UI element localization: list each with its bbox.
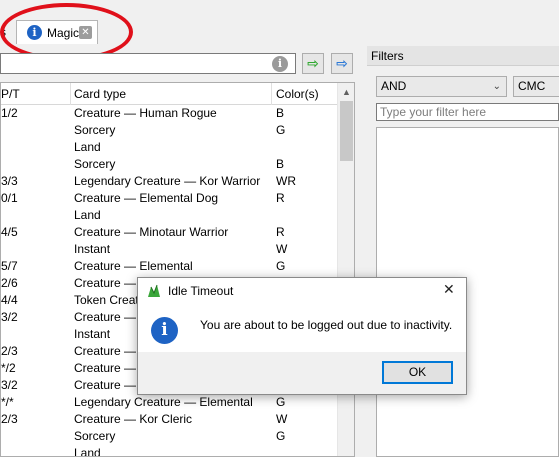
table-row[interactable]: Sorcery G (1, 122, 337, 139)
table-header: P/T Card type Color(s) (1, 83, 337, 105)
scrollbar-thumb[interactable] (340, 101, 353, 161)
table-row[interactable]: 1/2 Creature — Human Rogue B (1, 105, 337, 122)
cell-card-type: Sorcery (74, 429, 116, 443)
info-icon: i (151, 317, 178, 344)
green-arrow-button[interactable]: ⇨ (302, 53, 324, 74)
column-separator[interactable] (271, 83, 272, 105)
cell-colors: W (276, 242, 288, 256)
cell-pt: 5/7 (1, 259, 18, 273)
scroll-up-icon[interactable]: ▲ (342, 87, 351, 97)
cell-colors: G (276, 123, 286, 137)
cell-colors: B (276, 106, 285, 120)
cell-pt: */2 (1, 361, 16, 375)
cell-card-type: Instant (74, 327, 111, 341)
column-header-colors[interactable]: Color(s) (276, 87, 319, 101)
table-row[interactable]: Land (1, 139, 337, 156)
tab-magic[interactable]: i Magic ✕ (16, 20, 98, 44)
cell-card-type: Token Creatu (74, 293, 146, 307)
cell-colors: G (276, 429, 286, 443)
table-row[interactable]: */* Legendary Creature — Elemental G (1, 394, 337, 411)
cell-pt: 4/5 (1, 225, 18, 239)
logic-select[interactable]: AND ⌄ (376, 76, 507, 97)
cell-card-type: Land (74, 140, 101, 154)
cell-colors: WR (276, 174, 296, 188)
table-row[interactable]: Instant W (1, 241, 337, 258)
search-row: i ⇨ ⇨ (0, 53, 358, 75)
idle-timeout-dialog: Idle Timeout ✕ i You are about to be log… (137, 277, 467, 395)
column-separator[interactable] (70, 83, 71, 105)
cell-pt: 3/2 (1, 378, 18, 392)
chevron-down-icon: ⌄ (492, 81, 501, 92)
field-select[interactable]: CMC (513, 76, 559, 97)
dialog-footer: OK (138, 352, 466, 394)
cell-card-type: Creature — (74, 361, 137, 375)
cell-card-type: Creature — Elemental (74, 259, 193, 273)
search-input[interactable] (0, 53, 296, 74)
cell-colors: G (276, 259, 286, 273)
table-row[interactable]: 3/3 Legendary Creature — Kor Warrior WR (1, 173, 337, 190)
cell-card-type: Legendary Creature — Elemental (74, 395, 253, 409)
filters-header: Filters (367, 46, 559, 66)
table-row[interactable]: 5/7 Creature — Elemental G (1, 258, 337, 275)
filter-input[interactable]: Type your filter here (376, 103, 559, 121)
cell-card-type: Sorcery (74, 157, 116, 171)
cell-card-type: Creature — Minotaur Warrior (74, 225, 229, 239)
cell-card-type: Creature — Kor Cleric (74, 412, 193, 426)
info-icon: i (27, 25, 42, 40)
tab-magic-label: Magic (47, 26, 80, 40)
blue-arrow-button[interactable]: ⇨ (331, 53, 353, 74)
cell-card-type: Creature — (74, 310, 137, 324)
tab-close-icon[interactable]: ✕ (79, 26, 92, 39)
cell-card-type: Land (74, 208, 101, 222)
table-row[interactable]: Land (1, 207, 337, 224)
column-header-card-type[interactable]: Card type (74, 87, 126, 101)
info-icon[interactable]: i (272, 56, 288, 72)
cell-pt: */* (1, 395, 14, 409)
tab-partial-label[interactable]: s (0, 25, 6, 39)
card-table[interactable]: P/T Card type Color(s) 1/2 Creature — Hum… (0, 82, 355, 457)
cell-colors: R (276, 191, 285, 205)
table-row[interactable]: 2/3 Creature — Kor Cleric W (1, 411, 337, 428)
column-header-pt[interactable]: P/T (1, 87, 20, 101)
cell-colors: G (276, 395, 286, 409)
cell-pt: 2/6 (1, 276, 18, 290)
app-logo-icon (146, 283, 162, 299)
cell-card-type: Sorcery (74, 123, 116, 137)
cell-pt: 1/2 (1, 106, 18, 120)
cell-card-type: Creature — Elemental Dog (74, 191, 219, 205)
cell-pt: 3/3 (1, 174, 18, 188)
cell-colors: B (276, 157, 285, 171)
vertical-scrollbar[interactable]: ▲ (337, 83, 354, 456)
table-row[interactable]: Sorcery B (1, 156, 337, 173)
cell-pt: 2/3 (1, 412, 18, 426)
cell-pt: 2/3 (1, 344, 18, 358)
table-row[interactable]: 0/1 Creature — Elemental Dog R (1, 190, 337, 207)
cell-pt: 3/2 (1, 310, 18, 324)
close-icon[interactable]: ✕ (443, 281, 455, 298)
cell-card-type: Creature — (74, 378, 137, 392)
cell-card-type: Legendary Creature — Kor Warrior (74, 174, 261, 188)
ok-button[interactable]: OK (382, 361, 453, 384)
cell-pt: 0/1 (1, 191, 18, 205)
dialog-body: i You are about to be logged out due to … (138, 305, 466, 352)
dialog-message: You are about to be logged out due to in… (200, 318, 453, 332)
table-row[interactable]: Land (1, 445, 337, 457)
dialog-title: Idle Timeout (168, 284, 234, 298)
logic-select-value: AND (381, 79, 407, 93)
cell-card-type: Land (74, 446, 101, 457)
cell-colors: W (276, 412, 288, 426)
cell-card-type: Creature — (74, 344, 137, 358)
cell-card-type: Creature — (74, 276, 137, 290)
cell-card-type: Creature — Human Rogue (74, 106, 217, 120)
table-row[interactable]: Sorcery G (1, 428, 337, 445)
cell-colors: R (276, 225, 285, 239)
table-row[interactable]: 4/5 Creature — Minotaur Warrior R (1, 224, 337, 241)
cell-pt: 4/4 (1, 293, 18, 307)
cell-card-type: Instant (74, 242, 111, 256)
filters-panel: Filters AND ⌄ CMC Type your filter here (367, 46, 559, 457)
